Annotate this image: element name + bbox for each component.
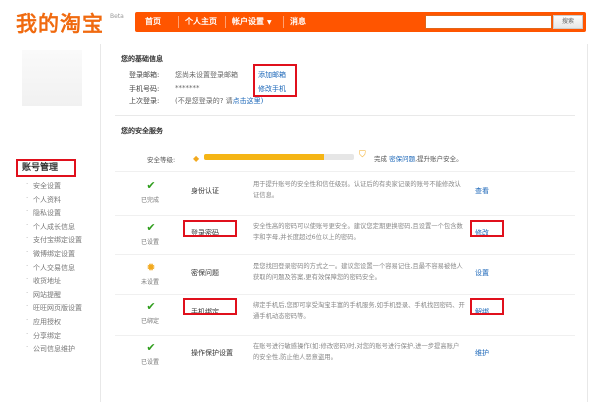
taobao-logo[interactable]: 我的淘宝 [16, 8, 104, 38]
level-text-prefix: 完成 [374, 155, 387, 163]
last-login-label: 上次登录: [129, 97, 160, 105]
service-desc: 绑定手机后,您即可享受淘宝丰富的手机服务,如手机登录、手机找回密码、开通手机动态… [253, 302, 465, 320]
sidebar-item-trade-info[interactable]: 个人交易信息 [26, 262, 82, 277]
service-name: 身份认证 [191, 187, 219, 195]
security-level-label: 安全等级: [147, 156, 176, 164]
highlight-box [470, 298, 504, 315]
sidebar-item-alipay[interactable]: 支付宝绑定设置 [26, 234, 82, 249]
sidebar-item-security-settings[interactable]: 安全设置 [26, 180, 82, 195]
security-level-hint: 完成 密保问题,提升账户安全。 [374, 153, 463, 163]
service-status: 已设置 [140, 239, 159, 246]
top-bar: 我的淘宝 Beta 首页 个人主页 帐户设置 ▼ 消息 搜索 [0, 0, 600, 44]
security-level-fill [204, 154, 324, 160]
row-separator [115, 335, 575, 336]
level-text-suffix: ,提升账户安全。 [415, 155, 463, 163]
avatar[interactable] [22, 50, 82, 106]
service-name: 密保问题 [191, 269, 219, 277]
level-diamond-icon: ◆ [193, 154, 200, 163]
nav-divider [178, 16, 179, 28]
service-status: 已绑定 [140, 318, 159, 325]
nav-account-settings[interactable]: 帐户设置 ▼ [232, 16, 272, 27]
shield-icon: ⛉ [359, 150, 366, 160]
sidebar-title-account[interactable]: 账号管理 [16, 159, 76, 177]
basic-info-title: 您的基础信息 [121, 55, 163, 63]
nav-messages[interactable]: 消息 [290, 16, 306, 27]
click-here-link[interactable]: 点击这里) [233, 97, 264, 105]
row-separator [115, 171, 575, 172]
email-label: 登录邮箱: [129, 71, 160, 79]
check-icon: ✔ [146, 221, 156, 234]
search-input[interactable] [425, 15, 552, 29]
service-status: 未设置 [140, 279, 159, 286]
section-divider [115, 115, 575, 116]
change-phone-link[interactable]: 修改手机 [258, 84, 286, 94]
sidebar-item-weibo[interactable]: 微博绑定设置 [26, 248, 82, 263]
service-row-identity: ✔ 已完成 身份认证 用于提升账号的安全性和信任级别。认证后的有卖家记录的账号不… [115, 175, 575, 215]
check-icon: ✔ [146, 300, 156, 313]
main-content: 您的基础信息 登录邮箱: 您尚未设置登录邮箱 手机号码: ******* 上次登… [100, 44, 588, 402]
service-desc: 用于提升账号的安全性和信任级别。认证后的有卖家记录的账号不能修改认证信息。 [253, 181, 461, 199]
last-login-value: (不是您登录的? 请点击这里) [175, 96, 263, 106]
security-question-link[interactable]: 密保问题 [389, 155, 415, 163]
service-status: 已设置 [140, 359, 159, 366]
view-identity-link[interactable]: 查看 [475, 186, 489, 196]
sidebar-item-reminders[interactable]: 网站提醒 [26, 289, 82, 304]
security-title: 您的安全服务 [121, 127, 163, 135]
security-level-bar [204, 154, 354, 160]
row-separator [115, 294, 575, 295]
nav-profile[interactable]: 个人主页 [185, 16, 217, 27]
sidebar-item-growth[interactable]: 个人成长信息 [26, 221, 82, 236]
nav-divider [225, 16, 226, 28]
sidebar-item-address[interactable]: 收货地址 [26, 275, 82, 290]
phone-value: ******* [175, 84, 200, 92]
phone-label: 手机号码: [129, 85, 160, 93]
nav-account-settings-label: 帐户设置 [232, 17, 264, 26]
service-desc: 在账号进行敏感操作(如:修改密码)时,对您的账号进行保护,进一步提高账户的安全性… [253, 343, 460, 361]
sidebar-item-wangwang[interactable]: 旺旺网页版设置 [26, 302, 82, 317]
set-question-link[interactable]: 设置 [475, 268, 489, 278]
service-status: 已完成 [140, 197, 159, 204]
highlight-box [183, 220, 237, 237]
dropdown-arrow-icon: ▼ [267, 19, 272, 26]
highlight-box [470, 220, 504, 237]
service-desc: 是您找回登录密码的方式之一。建议您设置一个容易记住,且最不容易被他人获取的问题及… [253, 263, 463, 281]
sidebar-item-share[interactable]: 分享绑定 [26, 330, 82, 345]
sidebar: 账号管理 安全设置 个人资料 隐私设置 个人成长信息 支付宝绑定设置 微博绑定设… [0, 44, 100, 402]
add-email-link[interactable]: 添加邮箱 [258, 70, 286, 80]
service-desc: 安全性高的密码可以使账号更安全。建议您定期更换密码,且设置一个包含数字和字母,并… [253, 223, 463, 241]
last-login-text: (不是您登录的? 请 [175, 97, 233, 105]
service-row-security-question: ✹ 未设置 密保问题 是您找回登录密码的方式之一。建议您设置一个容易记住,且最不… [115, 257, 575, 297]
sidebar-item-app-auth[interactable]: 应用授权 [26, 316, 82, 331]
service-row-operation-protection: ✔ 已设置 操作保护设置 在账号进行敏感操作(如:修改密码)时,对您的账号进行保… [115, 337, 575, 377]
bulb-icon: ✹ [146, 261, 156, 274]
nav-divider [283, 16, 284, 28]
row-separator [115, 254, 575, 255]
nav-home[interactable]: 首页 [145, 16, 161, 27]
highlight-box [183, 298, 237, 315]
sidebar-item-personal-info[interactable]: 个人资料 [26, 194, 82, 209]
maintain-protection-link[interactable]: 维护 [475, 348, 489, 358]
service-name: 操作保护设置 [191, 349, 233, 357]
check-icon: ✔ [146, 179, 156, 192]
beta-badge: Beta [110, 13, 124, 20]
email-value: 您尚未设置登录邮箱 [175, 71, 238, 79]
sidebar-item-company[interactable]: 公司信息维护 [26, 343, 82, 358]
sidebar-menu: 安全设置 个人资料 隐私设置 个人成长信息 支付宝绑定设置 微博绑定设置 个人交… [26, 180, 82, 358]
sidebar-item-privacy[interactable]: 隐私设置 [26, 207, 82, 222]
check-icon: ✔ [146, 341, 156, 354]
row-separator [115, 215, 575, 216]
search-button[interactable]: 搜索 [553, 15, 583, 29]
